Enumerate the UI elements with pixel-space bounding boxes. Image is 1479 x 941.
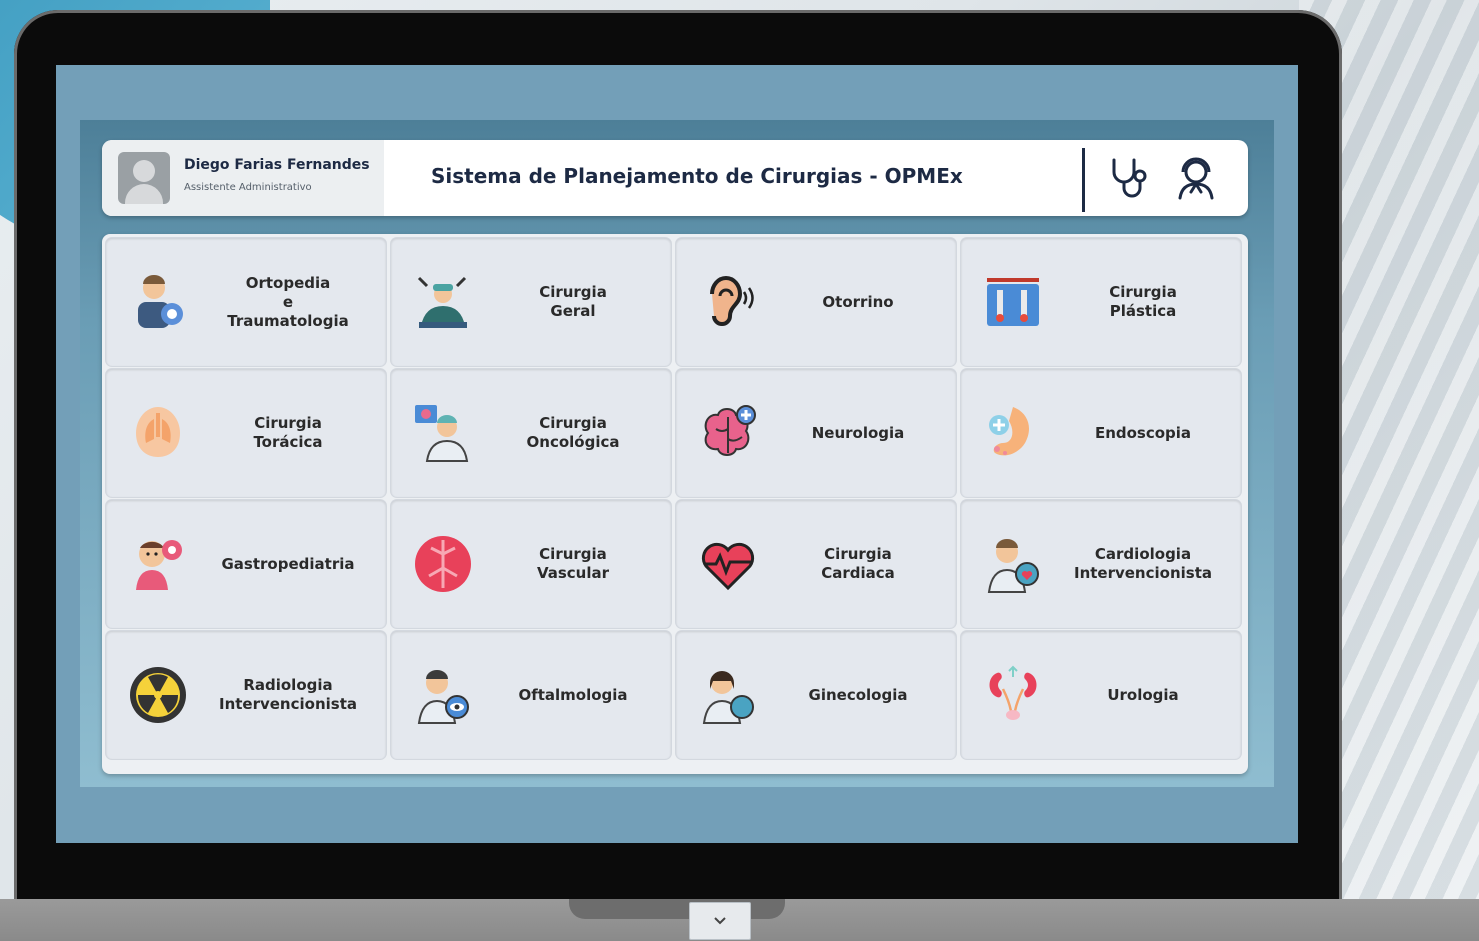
surgeon-icon <box>417 276 467 328</box>
avatar <box>118 152 170 204</box>
app-screen: Diego Farias Fernandes Assistente Admini… <box>56 65 1298 940</box>
specialty-card-cardiologia-intervencionista[interactable]: Cardiologia Intervencionista <box>961 500 1241 628</box>
specialty-label: Cirurgia Cardiaca <box>821 545 895 582</box>
plastic-surgery-kit-icon <box>987 278 1039 326</box>
specialty-label: Otorrino <box>822 292 894 311</box>
orthopedist-icon <box>138 275 183 328</box>
user-support-icon[interactable] <box>1172 154 1220 202</box>
specialty-card-ginecologia[interactable]: Ginecologia <box>676 631 956 759</box>
brain-icon <box>704 405 756 456</box>
specialty-label: Ortopedia e Traumatologia <box>227 273 349 330</box>
specialty-card-cirurgia-plastica[interactable]: Cirurgia Plástica <box>961 238 1241 366</box>
specialty-card-gastropediatria[interactable]: Gastropediatria <box>106 500 386 628</box>
user-name: Diego Farias Fernandes <box>184 157 370 173</box>
heart-icon <box>701 542 755 591</box>
cardiologist-icon <box>987 539 1039 593</box>
user-role: Assistente Administrativo <box>184 182 312 193</box>
specialty-label: Urologia <box>1107 685 1179 704</box>
oncologist-icon <box>415 405 469 462</box>
user-info[interactable]: Diego Farias Fernandes Assistente Admini… <box>102 140 384 216</box>
specialty-card-neurologia[interactable]: Neurologia <box>676 369 956 497</box>
stethoscope-icon[interactable] <box>1104 154 1152 202</box>
header-divider <box>1082 148 1085 212</box>
specialty-label: Radiologia Intervencionista <box>218 676 357 713</box>
specialty-card-cirurgia-vascular[interactable]: Cirurgia Vascular <box>391 500 671 628</box>
specialty-grid: Ortopedia e Traumatologia Cirurgia Geral… <box>102 234 1248 940</box>
specialty-label: Gastropediatria <box>221 554 355 573</box>
specialty-card-otorrino[interactable]: Otorrino <box>676 238 956 366</box>
app-header: Diego Farias Fernandes Assistente Admini… <box>102 140 1248 216</box>
specialty-card-endoscopia[interactable]: Endoscopia <box>961 369 1241 497</box>
specialty-label: Endoscopia <box>1094 423 1192 442</box>
specialty-label: Cirurgia Torácica <box>253 414 323 451</box>
specialty-card-cirurgia-geral[interactable]: Cirurgia Geral <box>391 238 671 366</box>
specialty-label: Oftalmologia <box>518 685 628 704</box>
specialty-label: Cardiologia Intervencionista <box>1073 545 1212 582</box>
specialty-label: Neurologia <box>811 423 905 442</box>
specialty-label: Cirurgia Vascular <box>536 545 610 582</box>
stomach-icon <box>989 407 1029 456</box>
specialty-card-urologia[interactable]: Urologia <box>961 631 1241 759</box>
ophthalmologist-icon <box>417 670 469 724</box>
lungs-icon <box>136 407 180 457</box>
vascular-icon <box>415 536 471 592</box>
baby-icon <box>136 540 182 590</box>
laptop-notch <box>569 899 785 919</box>
specialty-label: Ginecologia <box>808 685 908 704</box>
scroll-down-button[interactable] <box>689 902 751 940</box>
chevron-down-icon <box>714 917 726 925</box>
app-panel: Diego Farias Fernandes Assistente Admini… <box>80 120 1274 940</box>
specialty-label: Cirurgia Geral <box>539 283 607 320</box>
ear-icon <box>710 276 754 326</box>
gynecologist-icon <box>702 671 754 724</box>
radiation-icon <box>130 667 186 723</box>
specialty-card-cirurgia-toracica[interactable]: Cirurgia Torácica <box>106 369 386 497</box>
specialty-label: Cirurgia Plástica <box>1109 283 1177 320</box>
specialty-card-cirurgia-cardiaca[interactable]: Cirurgia Cardiaca <box>676 500 956 628</box>
specialty-card-radiologia-intervencionista[interactable]: Radiologia Intervencionista <box>106 631 386 759</box>
specialty-label: Cirurgia Oncológica <box>526 414 620 451</box>
page-title: Sistema de Planejamento de Cirurgias - O… <box>431 164 963 188</box>
specialty-card-cirurgia-oncologica[interactable]: Cirurgia Oncológica <box>391 369 671 497</box>
specialty-card-ortopedia[interactable]: Ortopedia e Traumatologia <box>106 238 386 366</box>
kidneys-icon <box>989 665 1037 720</box>
specialty-card-oftalmologia[interactable]: Oftalmologia <box>391 631 671 759</box>
